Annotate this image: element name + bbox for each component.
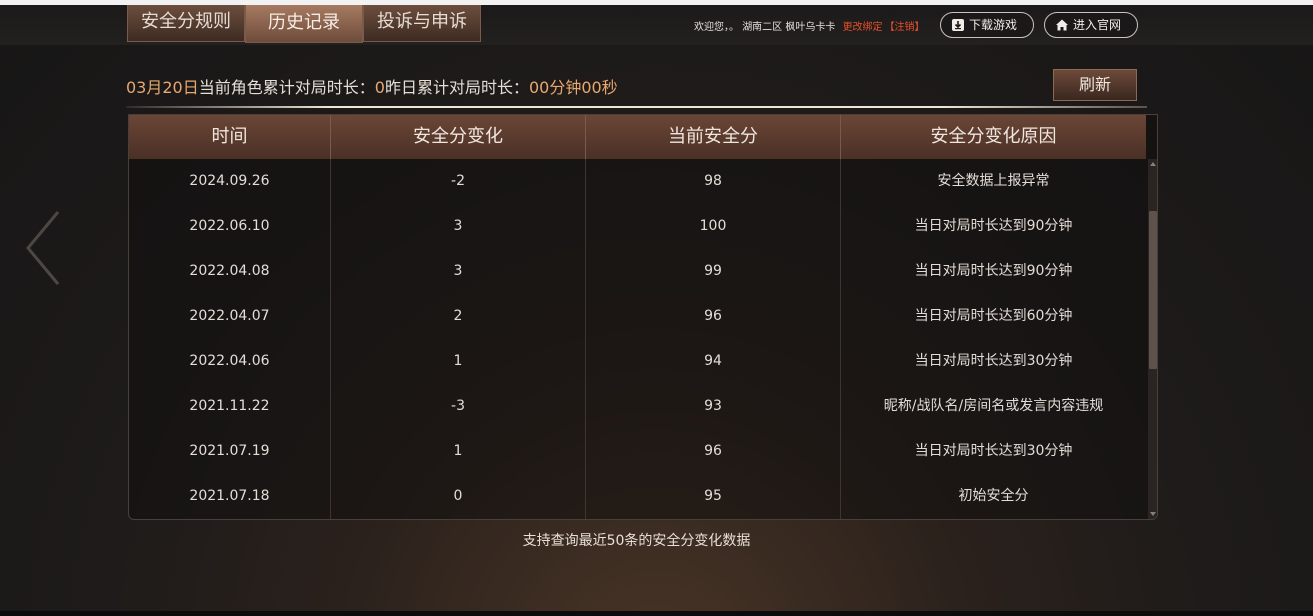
- welcome-prefix: 欢迎您，。: [694, 22, 739, 33]
- cell-time: 2021.07.18: [129, 474, 331, 519]
- cell-change: 3: [331, 249, 586, 294]
- home-icon: [1056, 19, 1068, 31]
- tab-rules[interactable]: 安全分规则: [127, 5, 245, 42]
- cell-reason: 当日对局时长达到30分钟: [914, 443, 1073, 459]
- role-name: 枫叶乌卡卡: [785, 22, 836, 33]
- site-label: 进入官网: [1073, 18, 1122, 32]
- table-row: 2022.04.07 2 96 当日对局时长达到60分钟: [129, 294, 1146, 339]
- cell-change: -2: [331, 159, 586, 204]
- cell-reason: 当日对局时长达到90分钟: [914, 218, 1073, 234]
- cell-score: 99: [586, 249, 841, 294]
- cell-score: 98: [586, 159, 841, 204]
- table-row: 2021.11.22 -3 93 昵称/战队名/房间名或发言内容违规: [129, 384, 1146, 429]
- download-label: 下载游戏: [969, 18, 1018, 32]
- cell-reason: 当日对局时长达到90分钟: [914, 263, 1073, 279]
- cell-time: 2024.09.26: [129, 159, 331, 204]
- cell-score: 93: [586, 384, 841, 429]
- info-date: 03月20日: [126, 78, 199, 97]
- cell-score: 96: [586, 429, 841, 474]
- cell-score: 96: [586, 294, 841, 339]
- cell-time: 2021.11.22: [129, 384, 331, 429]
- cell-reason: 当日对局时长达到30分钟: [914, 353, 1073, 369]
- cell-change: 2: [331, 294, 586, 339]
- cell-time: 2022.04.08: [129, 249, 331, 294]
- logout-link[interactable]: 【注销】: [885, 22, 925, 33]
- cell-time: 2022.04.06: [129, 339, 331, 384]
- table-row: 2022.04.08 3 99 当日对局时长达到90分钟: [129, 249, 1146, 294]
- table-row: 2024.09.26 -2 98 安全数据上报异常: [129, 159, 1146, 204]
- change-bind-link[interactable]: 更改绑定: [843, 22, 883, 33]
- table-scrollbar[interactable]: [1148, 159, 1157, 519]
- download-icon: [952, 19, 964, 31]
- cell-time: 2021.07.19: [129, 429, 331, 474]
- cell-reason: 初始安全分: [958, 488, 1029, 504]
- cell-change: 0: [331, 474, 586, 519]
- cell-change: -3: [331, 384, 586, 429]
- cell-reason: 安全数据上报异常: [937, 173, 1050, 189]
- tab-appeal[interactable]: 投诉与申诉: [363, 5, 481, 42]
- cell-reason: 当日对局时长达到60分钟: [914, 308, 1073, 324]
- official-site-button[interactable]: 进入官网: [1044, 12, 1138, 38]
- table-row: 2022.04.06 1 94 当日对局时长达到30分钟: [129, 339, 1146, 384]
- header-reason: 安全分变化原因: [930, 126, 1057, 147]
- cell-change: 1: [331, 429, 586, 474]
- download-game-button[interactable]: 下载游戏: [940, 12, 1034, 38]
- cell-time: 2022.04.07: [129, 294, 331, 339]
- scrollbar-thumb[interactable]: [1149, 211, 1157, 369]
- cell-change: 1: [331, 339, 586, 384]
- left-arrow-decoration-icon: [26, 211, 60, 285]
- footnote-text: 支持查询最近50条的安全分变化数据: [522, 533, 751, 549]
- server-name: 湖南二区: [742, 22, 783, 33]
- refresh-button[interactable]: 刷新: [1053, 69, 1137, 101]
- table-header: 时间 安全分变化 当前安全分 安全分变化原因: [129, 115, 1146, 159]
- header-change: 安全分变化: [331, 115, 586, 159]
- today-label: 当前角色累计对局时长：: [198, 78, 375, 97]
- yesterday-label: 昨日累计对局时长：: [384, 78, 529, 97]
- cell-time: 2022.06.10: [129, 204, 331, 249]
- header-time: 时间: [129, 115, 331, 159]
- cell-score: 95: [586, 474, 841, 519]
- header-current-score: 当前安全分: [586, 115, 841, 159]
- table-row: 2021.07.19 1 96 当日对局时长达到30分钟: [129, 429, 1146, 474]
- yesterday-value: 00分钟00秒: [528, 78, 618, 97]
- divider-line: [126, 106, 1147, 108]
- scroll-up-icon[interactable]: [1150, 162, 1156, 166]
- play-time-info: 03月20日当前角色累计对局时长：0昨日累计对局时长：00分钟00秒: [126, 74, 618, 98]
- cell-score: 100: [586, 204, 841, 249]
- bottom-strip: [0, 611, 1313, 616]
- table-row: 2022.06.10 3 100 当日对局时长达到90分钟: [129, 204, 1146, 249]
- scroll-down-icon[interactable]: [1150, 512, 1156, 516]
- cell-score: 94: [586, 339, 841, 384]
- cell-reason: 昵称/战队名/房间名或发言内容违规: [883, 398, 1104, 414]
- tab-bar: 安全分规则 历史记录 投诉与申诉: [127, 5, 481, 43]
- cell-change: 3: [331, 204, 586, 249]
- history-table: 时间 安全分变化 当前安全分 安全分变化原因 2024.09.26 -2 98 …: [128, 114, 1158, 520]
- today-value: 0: [374, 78, 385, 97]
- table-body: 2024.09.26 -2 98 安全数据上报异常 2022.06.10 3 1…: [129, 159, 1146, 519]
- table-row: 2021.07.18 0 95 初始安全分: [129, 474, 1146, 519]
- tab-history[interactable]: 历史记录: [245, 5, 363, 43]
- welcome-text: 欢迎您，。 湖南二区 枫叶乌卡卡 更改绑定 【注销】: [694, 18, 925, 33]
